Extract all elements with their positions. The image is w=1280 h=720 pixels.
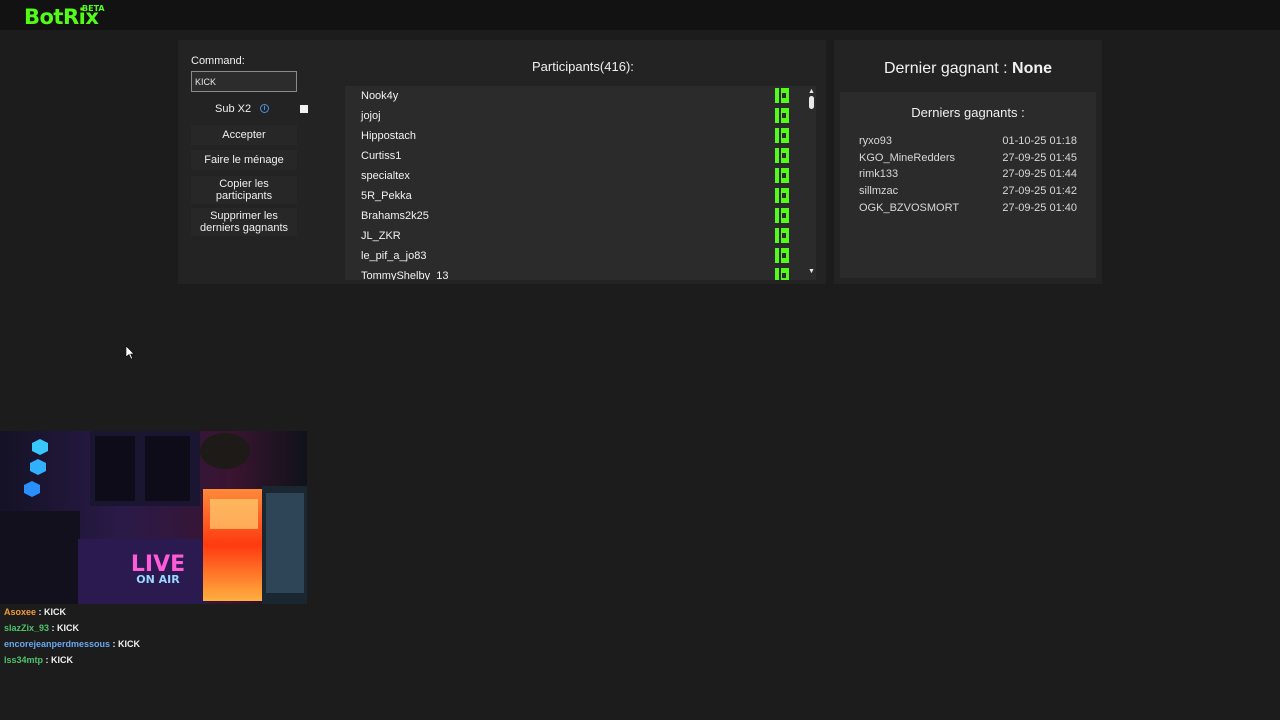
winner-date: 27-09-25 01:40 [1002,202,1077,214]
winner-date: 27-09-25 01:44 [1002,168,1077,180]
list-item[interactable]: Hippostach [345,126,805,146]
participants-title: Participants(416): [532,59,634,74]
participant-name: TommyShelby_13 [361,270,449,280]
participant-name: Hippostach [361,130,417,142]
chat-message: Asoxee : KICK [4,607,67,617]
list-item[interactable]: specialtex [345,166,805,186]
participant-name: jojoj [361,110,381,122]
beta-badge: BETA [82,4,105,13]
winner-row: sillmzac 27-09-25 01:42 [859,185,1077,201]
chat-text: KICK [57,623,80,633]
winner-date: 27-09-25 01:42 [1002,185,1077,197]
winner-row: OGK_BZVOSMORT 27-09-25 01:40 [859,202,1077,218]
list-item[interactable]: JL_ZKR [345,226,805,246]
command-input[interactable] [191,71,297,92]
winner-date: 01-10-25 01:18 [1002,135,1077,147]
delete-winners-button[interactable]: Supprimer les derniers gagnants [191,208,297,236]
participants-list[interactable]: Nook4y jojoj Hippostach Curtiss1 special… [345,86,816,280]
kick-icon [775,188,789,203]
kick-icon [775,268,789,280]
chat-message: slazZix_93 : KICK [4,623,80,633]
kick-icon [775,228,789,243]
list-item[interactable]: Nook4y [345,86,805,106]
kick-icon [775,128,789,143]
scroll-down-arrow-icon[interactable]: ▼ [808,268,815,275]
chat-username: slazZix_93 [4,623,50,633]
winner-date: 27-09-25 01:45 [1002,152,1077,164]
winner-row: rimk133 27-09-25 01:44 [859,168,1077,184]
chat-username: encorejeanperdmessous [4,639,111,649]
top-bar: BotRix BETA [0,0,1280,30]
copy-participants-line2: participants [215,190,273,202]
cleanup-button[interactable]: Faire le ménage [191,150,297,170]
kick-icon [775,88,789,103]
list-item[interactable]: Brahams2k25 [345,206,805,226]
sub-x2-checkbox[interactable] [300,105,308,113]
chat-username: Asoxee [4,607,37,617]
list-item[interactable]: TommyShelby_13 [345,266,805,280]
kick-icon [775,208,789,223]
recent-winners-title: Derniers gagnants : [911,105,1025,120]
participant-name: Curtiss1 [361,150,402,162]
list-item[interactable]: Curtiss1 [345,146,805,166]
chat-message: encorejeanperdmessous : KICK [4,639,141,649]
winner-name: KGO_MineRedders [859,152,955,164]
kick-icon [775,248,789,263]
copy-participants-button[interactable]: Copier les participants [191,176,297,204]
delete-winners-line1: Supprimer les [210,210,278,222]
winner-row: KGO_MineRedders 27-09-25 01:45 [859,152,1077,168]
scroll-up-arrow-icon[interactable]: ▲ [808,88,815,95]
winner-name: sillmzac [859,185,899,197]
participant-name: JL_ZKR [361,230,401,242]
last-winner-label: Dernier gagnant : [883,60,1008,77]
participant-name: le_pif_a_jo83 [361,250,427,262]
scrollbar-thumb[interactable] [809,96,814,109]
winner-name: OGK_BZVOSMORT [859,202,960,214]
chat-text: KICK [44,607,67,617]
winner-name: rimk133 [859,168,899,180]
last-winner-heading: Dernier gagnant : None [834,60,1102,78]
participant-name: Brahams2k25 [361,210,429,222]
participant-name: 5R_Pekka [361,190,412,202]
list-item[interactable]: 5R_Pekka [345,186,805,206]
kick-icon [775,168,789,183]
chat-username: lss34mtp [4,655,44,665]
neon-on-air-sign: ON AIR [136,573,180,586]
participant-name: specialtex [361,170,410,182]
copy-participants-line1: Copier les [219,178,269,190]
chat-overlay: Asoxee : KICK slazZix_93 : KICK encoreje… [4,606,140,670]
chat-text: KICK [51,655,74,665]
kick-icon [775,108,789,123]
mouse-cursor-icon [126,346,135,360]
accept-button[interactable]: Accepter [191,125,297,145]
kick-icon [775,148,789,163]
webcam-image: LIVE ON AIR [0,431,307,604]
list-item[interactable]: le_pif_a_jo83 [345,246,805,266]
webcam-feed: LIVE ON AIR [0,431,307,604]
chat-text: KICK [118,639,141,649]
delete-winners-line2: derniers gagnants [199,222,289,234]
winner-name: ryxo93 [859,135,893,147]
participant-name: Nook4y [361,90,399,102]
command-label: Command: [191,55,245,67]
chat-message: lss34mtp : KICK [4,655,74,665]
winner-row: ryxo93 01-10-25 01:18 [859,135,1077,151]
sub-x2-label: Sub X2 [215,103,252,115]
last-winner-value: None [1012,60,1053,77]
info-icon[interactable]: i [260,104,269,113]
list-item[interactable]: jojoj [345,106,805,126]
